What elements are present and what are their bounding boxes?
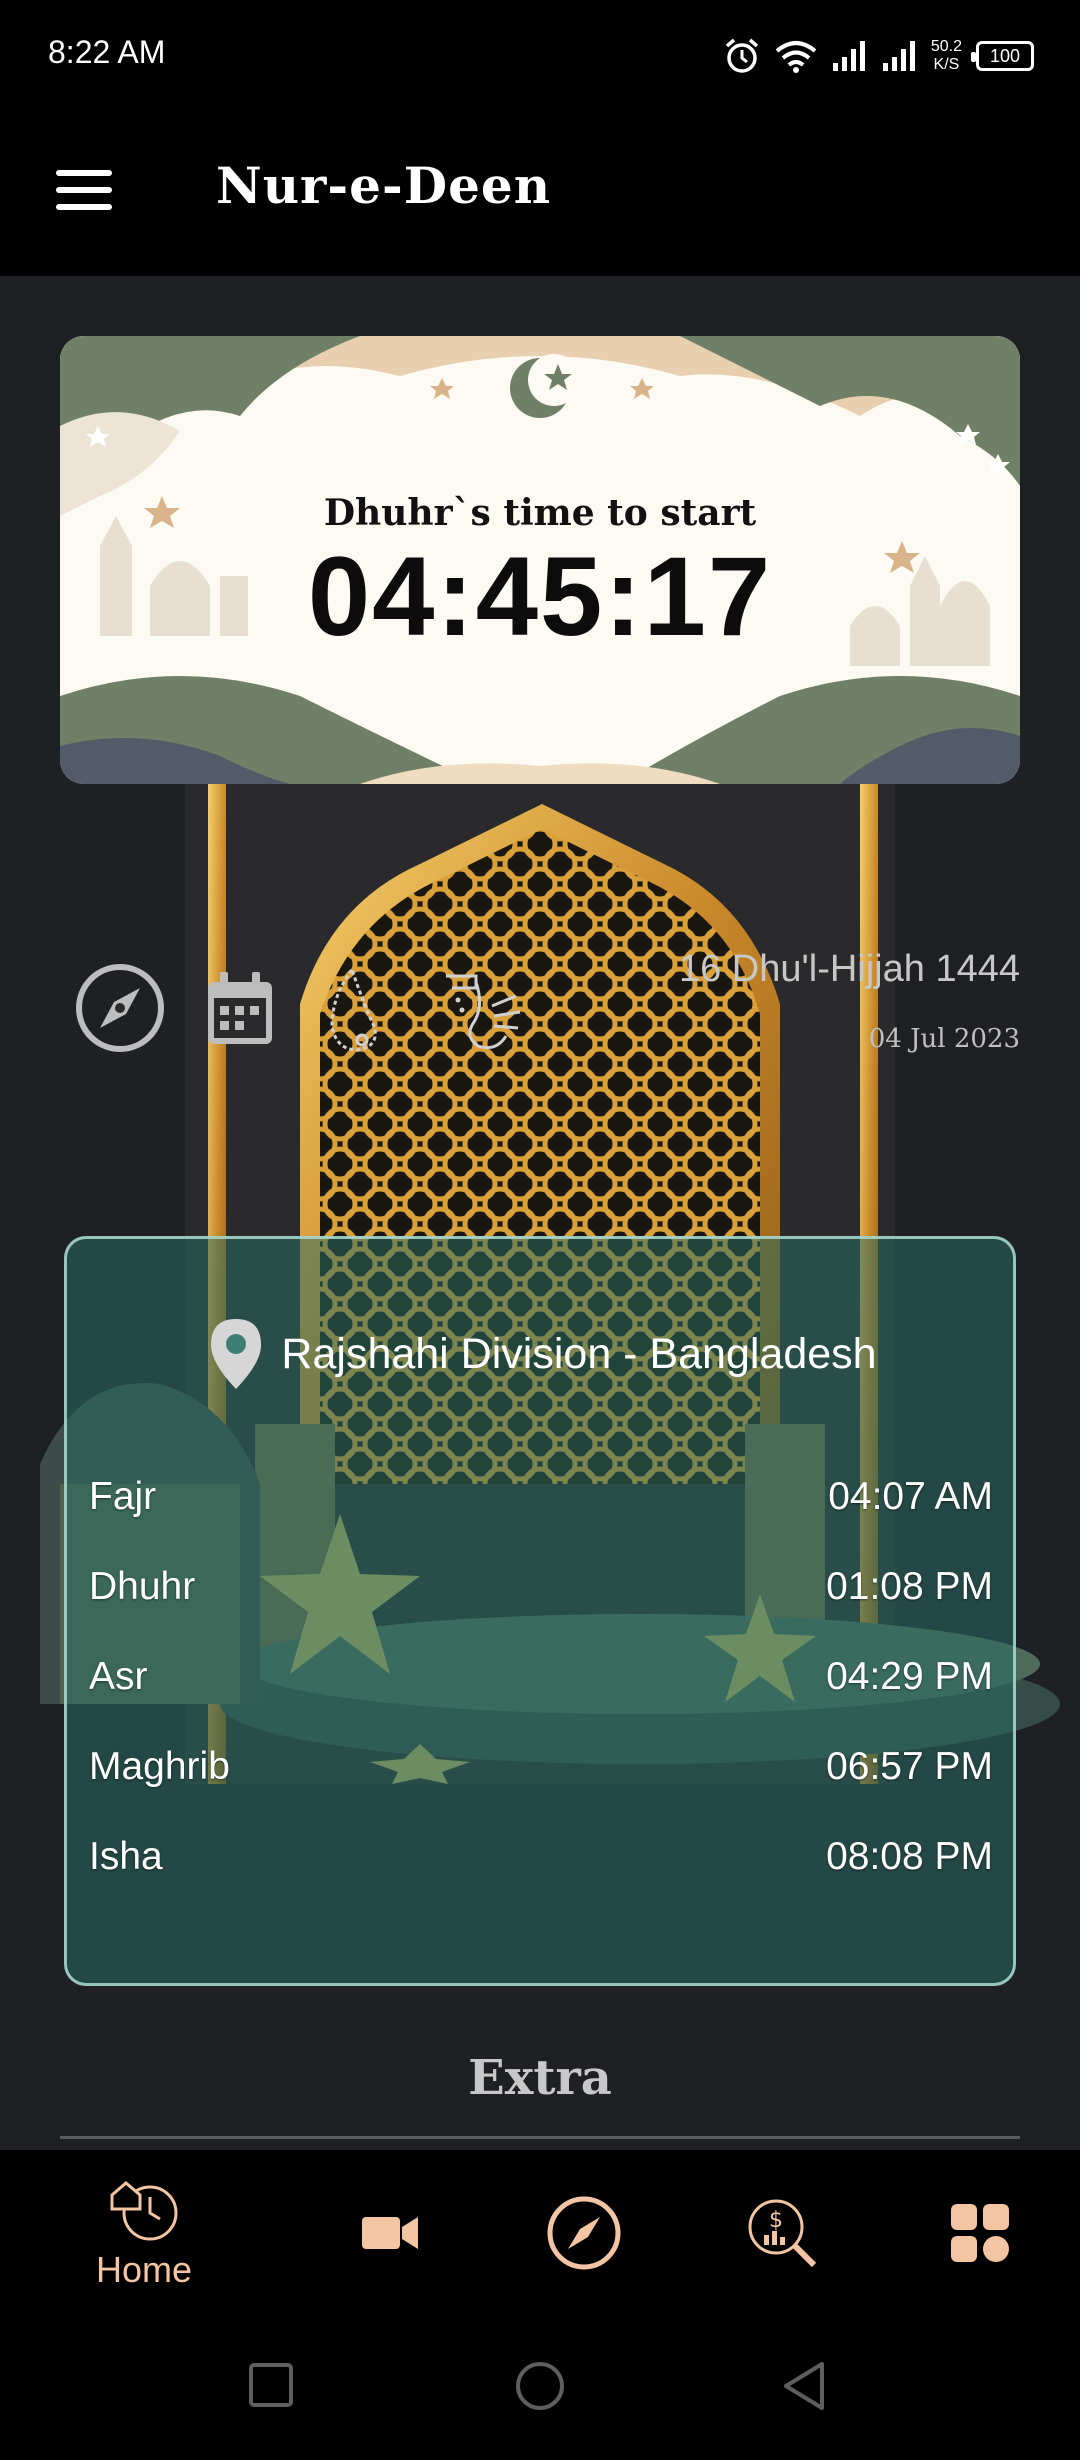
home-circle-icon[interactable] xyxy=(514,2360,566,2412)
wudu-icon[interactable] xyxy=(436,966,528,1056)
nav-more[interactable] xyxy=(920,2150,1040,2316)
countdown-timer: 04:45:17 xyxy=(307,534,773,659)
divider xyxy=(60,2136,1020,2139)
compass-icon xyxy=(547,2196,621,2270)
alarm-icon xyxy=(725,38,758,73)
network-speed-unit: K/S xyxy=(933,56,960,73)
nav-home[interactable]: Home xyxy=(72,2150,216,2316)
prayer-name: Asr xyxy=(89,1655,148,1698)
prayer-name: Dhuhr xyxy=(89,1565,196,1608)
countdown-label: Dhuhr`s time to start xyxy=(323,492,757,534)
bottom-navigation: Home $ xyxy=(0,2150,1080,2316)
recents-icon[interactable] xyxy=(246,2360,296,2410)
back-icon[interactable] xyxy=(780,2360,830,2412)
finance-search-icon: $ xyxy=(748,2199,817,2268)
prayer-name: Fajr xyxy=(89,1475,157,1518)
prayer-times-card: Rajshahi Division - Bangladesh Fajr 04:0… xyxy=(64,1236,1016,1986)
wifi-icon xyxy=(775,41,817,73)
prayer-time: 08:08 PM xyxy=(826,1835,993,1878)
battery-icon: 100 xyxy=(971,41,1034,71)
prayer-time: 01:08 PM xyxy=(826,1565,993,1608)
clock-home-icon xyxy=(110,2181,178,2241)
tasbih-icon[interactable] xyxy=(322,966,402,1056)
video-icon xyxy=(362,2217,418,2249)
nav-qibla[interactable] xyxy=(524,2150,644,2316)
location-pin-icon xyxy=(211,1319,262,1389)
signal-icon xyxy=(832,41,865,71)
status-time: 8:22 AM xyxy=(48,34,166,70)
hijri-date: 16 Dhu'l-Hijjah 1444 xyxy=(678,948,1020,990)
network-speed-value: 50.2 xyxy=(930,38,962,55)
calendar-icon[interactable] xyxy=(204,970,276,1048)
nav-video[interactable] xyxy=(330,2150,450,2316)
gregorian-date: 04 Jul 2023 xyxy=(868,1024,1020,1054)
prayer-name: Maghrib xyxy=(89,1745,230,1788)
main-content[interactable]: Dhuhr`s time to start 04:45:17 16 Dhu'l-… xyxy=(0,276,1080,2150)
next-prayer-banner: Dhuhr`s time to start 04:45:17 xyxy=(60,336,1020,784)
prayer-row-asr: Asr 04:29 PM xyxy=(89,1647,993,1707)
prayer-row-isha: Isha 08:08 PM xyxy=(89,1827,993,1887)
location[interactable]: Rajshahi Division - Bangladesh xyxy=(67,1317,1019,1391)
compass-icon[interactable] xyxy=(74,962,166,1054)
signal-icon xyxy=(882,41,915,71)
svg-text:$: $ xyxy=(769,2208,783,2233)
prayer-time: 04:29 PM xyxy=(826,1655,993,1698)
prayer-row-maghrib: Maghrib 06:57 PM xyxy=(89,1737,993,1797)
status-icons: 50.2 K/S 100 xyxy=(723,26,1034,86)
nav-home-label: Home xyxy=(95,2249,193,2290)
prayer-name: Isha xyxy=(89,1835,163,1878)
battery-level: 100 xyxy=(989,45,1021,66)
app-title: Nur-e-Deen xyxy=(216,156,552,215)
prayer-row-fajr: Fajr 04:07 AM xyxy=(89,1467,993,1527)
network-speed: 50.2 K/S xyxy=(931,38,962,74)
hamburger-menu-icon[interactable] xyxy=(56,170,112,216)
nav-finance[interactable]: $ xyxy=(722,2150,842,2316)
extra-section-title: Extra xyxy=(468,2050,612,2106)
grid-apps-icon xyxy=(951,2204,1009,2262)
system-navigation-bar xyxy=(0,2316,1080,2460)
prayer-row-dhuhr: Dhuhr 01:08 PM xyxy=(89,1557,993,1617)
location-label: Rajshahi Division - Bangladesh xyxy=(281,1329,877,1378)
status-bar: 8:22 AM 50.2 K/S 100 xyxy=(0,0,1080,110)
prayer-time: 04:07 AM xyxy=(828,1475,993,1518)
app-bar: Nur-e-Deen xyxy=(0,110,1080,276)
prayer-time: 06:57 PM xyxy=(826,1745,993,1788)
